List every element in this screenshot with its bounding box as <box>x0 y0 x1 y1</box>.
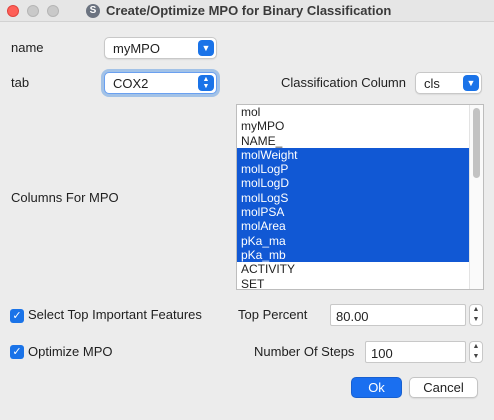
columns-listbox[interactable]: mol myMPO NAME_ molWeight molLogP molLogD molL… <box>236 104 484 290</box>
top-percent-input[interactable]: 80.00 <box>330 304 466 326</box>
list-item[interactable]: pKa_mb <box>237 247 483 263</box>
classification-column-value: cls <box>424 76 440 91</box>
top-percent-stepper[interactable]: ▲ ▼ <box>469 304 483 326</box>
ok-button[interactable]: Ok <box>351 377 402 398</box>
classification-column-label: Classification Column <box>281 75 406 90</box>
list-item[interactable]: molLogP <box>237 162 483 177</box>
list-item[interactable]: molArea <box>237 219 483 234</box>
classification-column-dropdown[interactable]: cls ▼ <box>415 72 482 94</box>
name-dropdown-value: myMPO <box>113 41 160 56</box>
optimize-mpo-checkbox[interactable]: ✓ <box>10 345 24 359</box>
number-of-steps-stepper[interactable]: ▲ ▼ <box>469 341 483 363</box>
tab-label: tab <box>11 75 30 90</box>
chevron-down-icon: ▼ <box>198 40 214 56</box>
name-dropdown[interactable]: myMPO ▼ <box>104 37 217 59</box>
scrollbar-thumb[interactable] <box>473 108 480 178</box>
listbox-scrollbar[interactable] <box>469 105 483 289</box>
chevron-down-icon: ▼ <box>463 75 479 91</box>
list-item[interactable]: molLogD <box>237 176 483 191</box>
zoom-window-button[interactable] <box>47 5 59 17</box>
app-icon: S <box>86 4 100 18</box>
columns-for-mpo-label: Columns For MPO <box>11 190 119 205</box>
list-item[interactable]: NAME_ <box>237 134 483 148</box>
cancel-button[interactable]: Cancel <box>409 377 478 398</box>
select-top-features-label: Select Top Important Features <box>28 307 202 322</box>
tab-select-value: COX2 <box>113 76 149 91</box>
top-percent-label: Top Percent <box>238 307 308 322</box>
number-of-steps-input[interactable]: 100 <box>365 341 466 363</box>
number-of-steps-label: Number Of Steps <box>254 344 355 359</box>
list-item[interactable]: molWeight <box>237 147 483 163</box>
updown-chevron-icon: ▲ ▼ <box>198 75 214 91</box>
number-of-steps-value: 100 <box>371 346 393 361</box>
close-window-button[interactable] <box>7 5 19 17</box>
list-item[interactable]: ACTIVITY <box>237 262 483 276</box>
list-item[interactable]: molLogS <box>237 190 483 206</box>
list-item[interactable]: myMPO <box>237 119 483 133</box>
title-bar: S Create/Optimize MPO for Binary Classif… <box>0 0 494 22</box>
minimize-window-button[interactable] <box>27 5 39 17</box>
name-label: name <box>11 40 44 55</box>
list-item[interactable]: SET <box>237 277 483 289</box>
optimize-mpo-label: Optimize MPO <box>28 344 113 359</box>
list-item[interactable]: mol <box>237 105 483 119</box>
list-item[interactable]: pKa_ma <box>237 233 483 248</box>
window-title: Create/Optimize MPO for Binary Classific… <box>106 3 392 18</box>
list-item[interactable]: molPSA <box>237 205 483 220</box>
top-percent-value: 80.00 <box>336 309 369 324</box>
tab-select[interactable]: COX2 ▲ ▼ <box>104 72 217 94</box>
select-top-features-checkbox[interactable]: ✓ <box>10 309 24 323</box>
